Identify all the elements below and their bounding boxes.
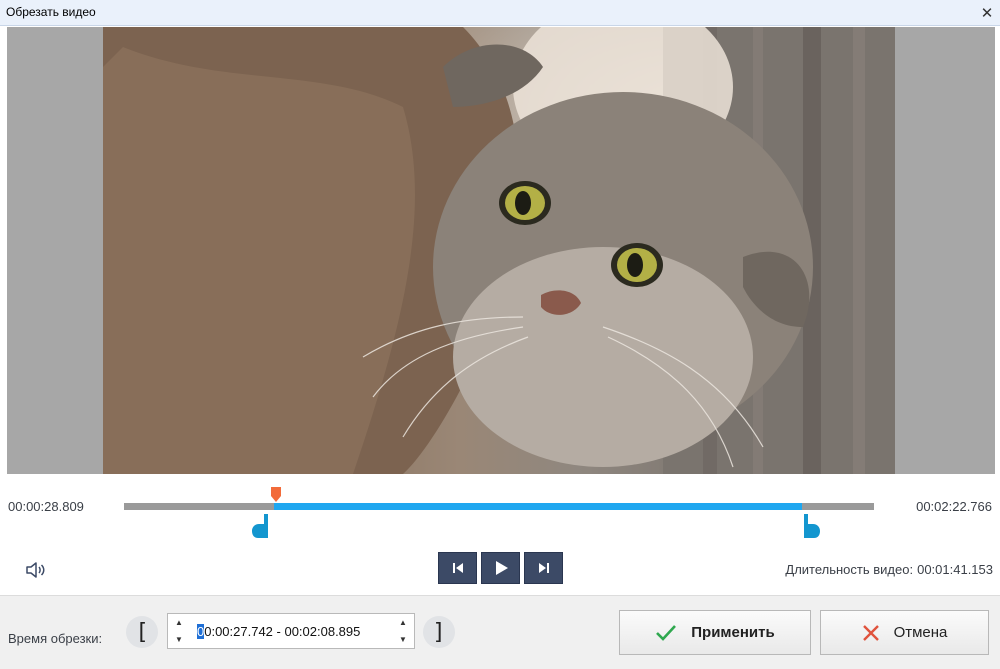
playhead-marker[interactable] bbox=[270, 487, 282, 503]
spin-up-icon[interactable]: ▲ bbox=[399, 618, 407, 627]
skip-forward-icon bbox=[538, 563, 549, 573]
play-button[interactable] bbox=[481, 552, 520, 584]
cancel-button[interactable]: Отмена bbox=[820, 610, 989, 655]
video-area bbox=[7, 27, 995, 474]
timeline-selection bbox=[274, 503, 802, 510]
cross-icon bbox=[862, 624, 880, 642]
spin-up-icon[interactable]: ▲ bbox=[175, 618, 183, 627]
trim-range-value[interactable]: 00:00:27.742 - 00:02:08.895 bbox=[197, 624, 360, 639]
start-time-label: 00:00:28.809 bbox=[8, 499, 84, 514]
cancel-label: Отмена bbox=[893, 624, 948, 641]
set-start-button[interactable]: [ bbox=[126, 616, 158, 648]
duration-label: Длительность видео: bbox=[785, 562, 914, 577]
duration-value: 00:01:41.153 bbox=[917, 562, 993, 577]
apply-label: Применить bbox=[691, 624, 775, 641]
skip-back-button[interactable] bbox=[438, 552, 477, 584]
play-icon bbox=[495, 561, 508, 575]
speaker-icon[interactable] bbox=[24, 558, 48, 582]
title-bar: Обрезать видео ✕ bbox=[0, 0, 1000, 26]
timeline-track[interactable] bbox=[124, 503, 874, 510]
video-frame[interactable] bbox=[103, 27, 895, 474]
trim-time-label: Время обрезки: bbox=[8, 631, 103, 646]
start-spinner[interactable]: ▲ ▼ bbox=[169, 614, 189, 648]
apply-button[interactable]: Применить bbox=[619, 610, 811, 655]
trim-start-handle[interactable] bbox=[252, 514, 270, 538]
end-spinner[interactable]: ▲ ▼ bbox=[393, 614, 413, 648]
end-time-label: 00:02:22.766 bbox=[916, 499, 992, 514]
playback-controls bbox=[438, 552, 563, 584]
spin-down-icon[interactable]: ▼ bbox=[399, 635, 407, 644]
set-end-button[interactable]: ] bbox=[423, 616, 455, 648]
spin-down-icon[interactable]: ▼ bbox=[175, 635, 183, 644]
checkmark-icon bbox=[655, 624, 677, 642]
cat-image bbox=[103, 27, 895, 474]
skip-back-icon bbox=[452, 563, 463, 573]
trim-range-text: 0:00:27.742 - 00:02:08.895 bbox=[204, 624, 361, 639]
trim-end-handle[interactable] bbox=[802, 514, 820, 538]
video-duration: Длительность видео: 00:01:41.153 bbox=[785, 562, 993, 577]
window-title: Обрезать видео bbox=[6, 5, 96, 19]
close-icon[interactable]: ✕ bbox=[974, 0, 1000, 26]
trim-range-input[interactable]: ▲ ▼ 00:00:27.742 - 00:02:08.895 ▲ ▼ bbox=[167, 613, 415, 649]
skip-forward-button[interactable] bbox=[524, 552, 563, 584]
